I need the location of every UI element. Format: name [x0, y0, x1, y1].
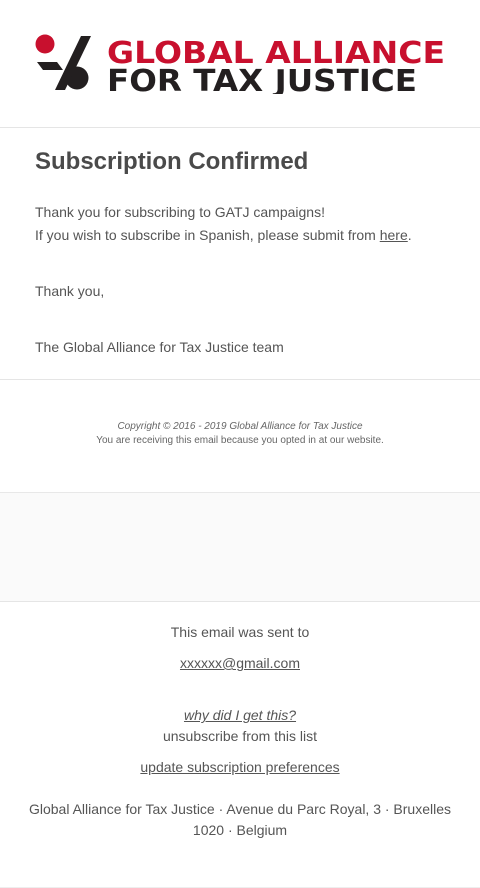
why-link[interactable]: why did I get this? — [184, 707, 296, 723]
optin-text: You are receiving this email because you… — [96, 435, 384, 446]
main-content: Subscription Confirmed Thank you for sub… — [0, 128, 480, 380]
sent-to-text: This email was sent to — [170, 624, 310, 640]
logo-line2: FOR TAX JUSTICE — [107, 64, 417, 94]
thank-you-text: Thank you, — [35, 283, 105, 299]
thanks-subscribe-text: Thank you for subscribing to GATJ campai… — [35, 204, 325, 220]
page-title: Subscription Confirmed — [35, 148, 309, 175]
spanish-prefix: If you wish to subscribe in Spanish, ple… — [35, 227, 380, 243]
copyright-footer: Copyright © 2016 - 2019 Global Alliance … — [0, 380, 480, 493]
address-line2: 1020 · Belgium — [192, 822, 288, 838]
address-line1: Global Alliance for Tax Justice · Avenue… — [28, 801, 452, 817]
update-prefs-row: update subscription preferences — [0, 759, 480, 775]
gatj-logo[interactable]: GLOBAL ALLIANCE FOR TAX JUSTICE — [35, 34, 445, 94]
spanish-suffix: . — [407, 227, 412, 243]
why-row: why did I get this? — [0, 707, 480, 723]
copyright-text: Copyright © 2016 - 2019 Global Alliance … — [117, 421, 363, 432]
here-link[interactable]: here — [380, 227, 408, 243]
team-signature: The Global Alliance for Tax Justice team — [35, 339, 284, 355]
email-header: GLOBAL ALLIANCE FOR TAX JUSTICE — [0, 0, 480, 128]
spanish-subscribe-text: If you wish to subscribe in Spanish, ple… — [35, 224, 412, 247]
mailchimp-footer: This email was sent to xxxxxx@gmail.com … — [0, 602, 480, 888]
logo-bar — [37, 62, 63, 70]
logo-dot-red — [35, 34, 55, 54]
unsubscribe-link[interactable]: unsubscribe from this list — [163, 728, 317, 744]
gatj-logo-graphic: GLOBAL ALLIANCE FOR TAX JUSTICE — [35, 34, 445, 94]
email-address-link[interactable]: xxxxxx@gmail.com — [180, 655, 300, 671]
unsubscribe-row: unsubscribe from this list — [0, 728, 480, 744]
email-address-row: xxxxxx@gmail.com — [0, 655, 480, 671]
spacer-band — [0, 493, 480, 602]
update-preferences-link[interactable]: update subscription preferences — [140, 759, 339, 775]
